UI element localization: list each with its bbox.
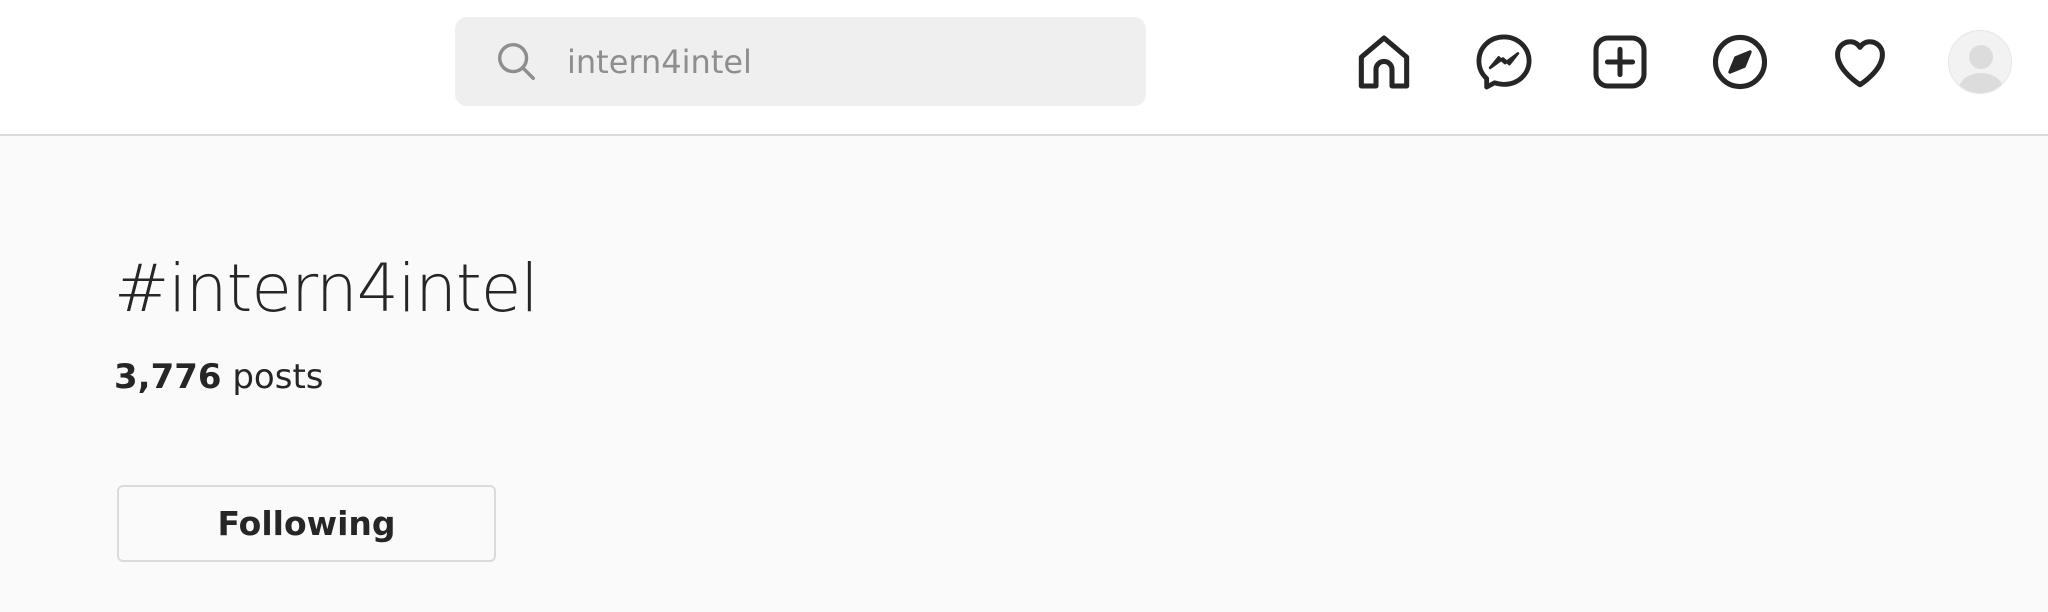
following-button[interactable]: Following — [117, 485, 496, 562]
post-count-label: posts — [221, 357, 324, 397]
post-count: 3,776 posts — [114, 357, 324, 397]
activity-heart-icon[interactable] — [1828, 30, 1892, 94]
profile-avatar[interactable] — [1948, 30, 2012, 94]
messenger-icon[interactable] — [1472, 30, 1536, 94]
search-input[interactable] — [567, 17, 1107, 106]
avatar-placeholder-icon — [1949, 31, 2011, 93]
top-navigation-bar — [0, 0, 2048, 136]
search-icon — [497, 42, 535, 80]
post-count-number: 3,776 — [114, 357, 222, 397]
home-icon[interactable] — [1352, 30, 1416, 94]
explore-icon[interactable] — [1708, 30, 1772, 94]
hashtag-title: #intern4intel — [114, 250, 539, 327]
search-box[interactable] — [455, 17, 1146, 106]
new-post-icon[interactable] — [1588, 30, 1652, 94]
